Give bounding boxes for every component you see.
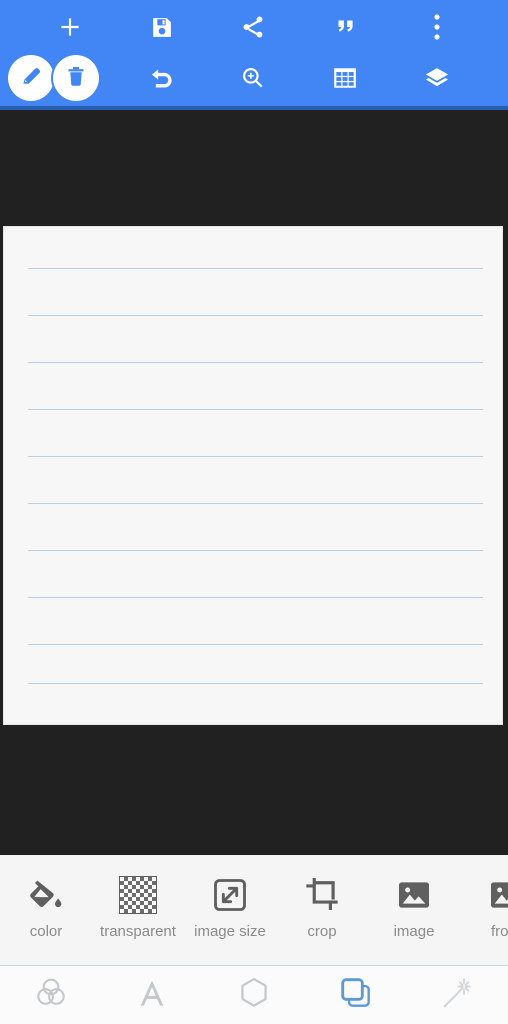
image-tool-crop[interactable]: crop: [276, 855, 368, 940]
magic-wand-icon: [438, 974, 476, 1017]
image-tool-label: image size: [194, 923, 266, 940]
top-toolbar: [0, 0, 508, 110]
checkerboard-icon: [119, 869, 157, 921]
add-icon: [57, 14, 83, 40]
image-tool-label: transparent: [100, 923, 176, 940]
image-tool-image[interactable]: image: [368, 855, 460, 940]
share-icon: [240, 14, 266, 40]
text-a-icon: [133, 974, 171, 1017]
paper-rule-line: [28, 683, 483, 684]
paper-rule-line: [28, 597, 483, 598]
pen-icon: [18, 63, 44, 94]
layers-icon: [423, 64, 451, 92]
paper-rule-line: [28, 503, 483, 504]
hexagon-icon: [235, 974, 273, 1017]
nav-item-shape[interactable]: [203, 966, 305, 1024]
layers-button[interactable]: [412, 55, 462, 101]
image-tool-transparent[interactable]: transparent: [92, 855, 184, 940]
app-root: color transparent image size crop image …: [0, 0, 508, 1024]
paint-bucket-icon: [26, 869, 66, 921]
resize-icon: [210, 869, 250, 921]
image-tool-label: color: [29, 923, 63, 940]
overflow-menu-button[interactable]: [412, 4, 462, 50]
paper-rule-line: [28, 409, 483, 410]
top-toolbar-row-primary: [0, 4, 508, 54]
image-tool-label: image: [393, 923, 435, 940]
add-button[interactable]: [45, 4, 95, 50]
zoom-in-icon: [240, 65, 266, 91]
save-button[interactable]: [136, 4, 186, 50]
bottom-navigation-bar: [0, 965, 508, 1024]
quote-icon: [332, 14, 358, 40]
grid-button[interactable]: [320, 55, 370, 101]
undo-icon: [148, 65, 175, 92]
paper-rule-line: [28, 362, 483, 363]
image-tool-image-size[interactable]: image size: [184, 855, 276, 940]
nav-item-effects[interactable]: [406, 966, 508, 1024]
image-tool-label: from: [491, 923, 508, 940]
image-tool-label: crop: [307, 923, 337, 940]
grid-icon: [332, 65, 358, 91]
nav-item-text[interactable]: [102, 966, 204, 1024]
paper-rule-line: [28, 268, 483, 269]
pen-tool-button[interactable]: [8, 55, 54, 101]
venn-circles-icon: [32, 974, 70, 1017]
note-paper[interactable]: [4, 227, 502, 724]
zoom-button[interactable]: [228, 55, 278, 101]
paper-rule-line: [28, 315, 483, 316]
picture-icon: [394, 869, 434, 921]
paper-rule-line: [28, 456, 483, 457]
paper-rule-line: [28, 644, 483, 645]
nav-item-color[interactable]: [0, 966, 102, 1024]
crop-icon: [302, 869, 342, 921]
paper-rule-line: [28, 550, 483, 551]
share-button[interactable]: [228, 4, 278, 50]
save-icon: [149, 15, 174, 40]
image-tool-scroller[interactable]: color transparent image size crop image …: [0, 855, 508, 965]
trash-icon: [64, 64, 88, 93]
image-tool-strip: color transparent image size crop image …: [0, 855, 508, 965]
delete-tool-button[interactable]: [53, 55, 99, 101]
overflow-menu-icon: [433, 13, 441, 41]
canvas-area[interactable]: [0, 110, 508, 855]
undo-button[interactable]: [136, 55, 186, 101]
nav-item-layers[interactable]: [305, 966, 407, 1024]
image-tool-from[interactable]: from: [460, 855, 508, 940]
layers-copy-icon: [337, 974, 375, 1017]
image-tool-color[interactable]: color: [0, 855, 92, 940]
quote-button[interactable]: [320, 4, 370, 50]
picture-from-icon: [486, 869, 508, 921]
